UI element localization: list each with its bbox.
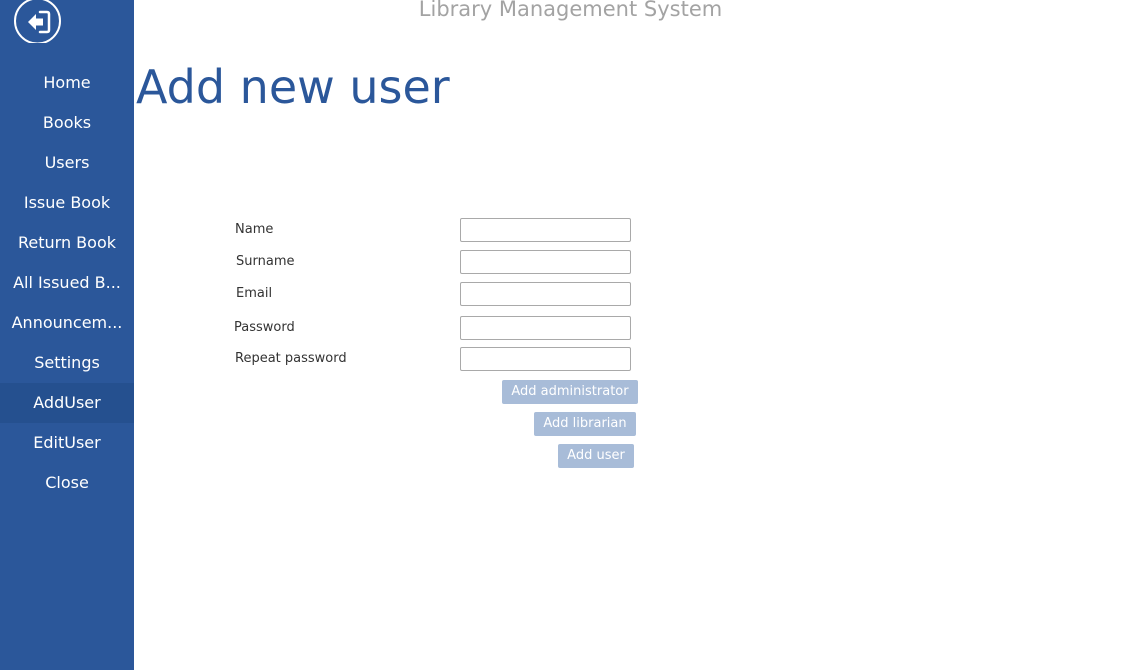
sidebar-item-close[interactable]: Close: [0, 463, 134, 503]
sidebar-item-return-book[interactable]: Return Book: [0, 223, 134, 263]
add-librarian-button[interactable]: Add librarian: [534, 412, 636, 436]
sidebar-item-users[interactable]: Users: [0, 143, 134, 183]
surname-input[interactable]: [460, 250, 631, 274]
add-user-button[interactable]: Add user: [558, 444, 634, 468]
sidebar-item-issue-book[interactable]: Issue Book: [0, 183, 134, 223]
back-arrow-circle-icon: [14, 0, 61, 43]
sidebar-item-announcements[interactable]: Announcem...: [0, 303, 134, 343]
back-button[interactable]: [14, 0, 61, 43]
sidebar-item-books[interactable]: Books: [0, 103, 134, 143]
sidebar-item-edituser[interactable]: EditUser: [0, 423, 134, 463]
surname-label: Surname: [236, 254, 295, 269]
page-title: Add new user: [136, 60, 450, 114]
sidebar-item-all-issued-books[interactable]: All Issued B...: [0, 263, 134, 303]
app-title: Library Management System: [418, 0, 723, 21]
name-label: Name: [235, 222, 274, 237]
add-administrator-button[interactable]: Add administrator: [502, 380, 638, 404]
password-label: Password: [234, 320, 295, 335]
repeat-password-input[interactable]: [460, 347, 631, 371]
sidebar-item-home[interactable]: Home: [0, 63, 134, 103]
password-input[interactable]: [460, 316, 631, 340]
repeat-password-label: Repeat password: [235, 351, 347, 366]
sidebar: Home Books Users Issue Book Return Book …: [0, 0, 134, 670]
email-label: Email: [236, 286, 273, 301]
email-input[interactable]: [460, 282, 631, 306]
sidebar-item-settings[interactable]: Settings: [0, 343, 134, 383]
name-input[interactable]: [460, 218, 631, 242]
sidebar-item-adduser[interactable]: AddUser: [0, 383, 134, 423]
